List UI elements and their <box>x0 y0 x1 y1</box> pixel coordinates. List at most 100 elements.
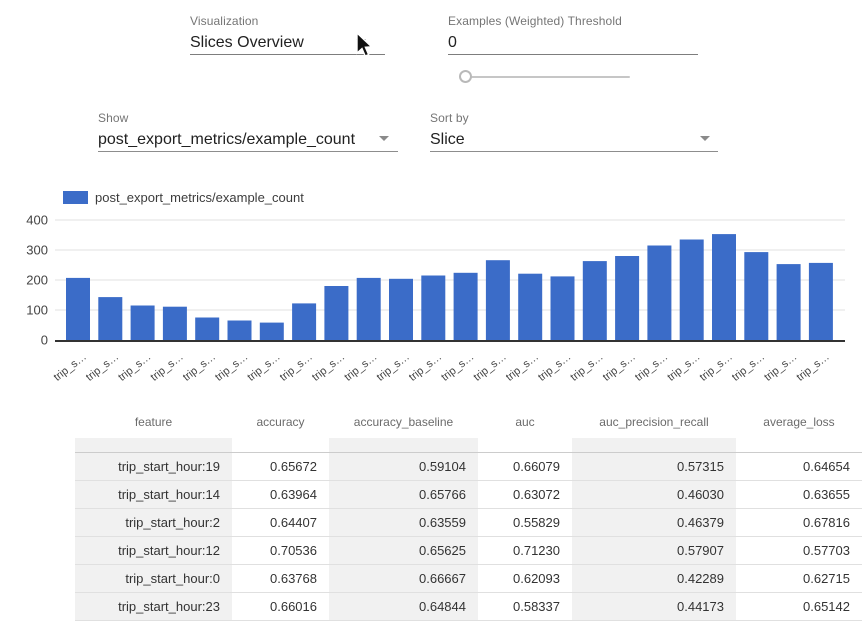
bar-slice-21[interactable] <box>744 252 768 340</box>
feature-cell: trip_start_hour:19 <box>75 452 232 480</box>
bar-slice-10[interactable] <box>389 279 413 340</box>
sortby-dropdown[interactable]: Sort by Slice <box>430 111 720 149</box>
bar-slice-15[interactable] <box>551 276 575 340</box>
feature-cell: trip_start_hour:23 <box>75 592 232 620</box>
threshold-label: Examples (Weighted) Threshold <box>448 14 708 28</box>
column-header-average_loss[interactable]: average_loss <box>736 403 862 438</box>
metric-cell-accuracy: 0.63964 <box>232 480 329 508</box>
bar-slice-23[interactable] <box>809 263 833 340</box>
threshold-slider-handle[interactable] <box>459 70 472 83</box>
metric-cell-average_loss: 0.62715 <box>736 564 862 592</box>
metric-cell-accuracy: 0.63768 <box>232 564 329 592</box>
bar-slice-7[interactable] <box>292 303 316 340</box>
column-header-accuracy[interactable]: accuracy <box>232 403 329 438</box>
bar-slice-4[interactable] <box>195 318 219 341</box>
feature-cell: trip_start_hour:12 <box>75 536 232 564</box>
y-axis-tick-400: 400 <box>26 213 48 228</box>
x-axis-tick-0: trip_s… <box>52 351 89 384</box>
metric-cell-accuracy: 0.70536 <box>232 536 329 564</box>
bar-slice-16[interactable] <box>583 261 607 340</box>
threshold-underline <box>448 54 698 55</box>
x-axis-tick-21: trip_s… <box>730 351 767 384</box>
metric-cell-auc: 0.66079 <box>478 452 572 480</box>
show-dropdown[interactable]: Show post_export_metrics/example_count <box>98 111 398 149</box>
mouse-cursor-icon <box>354 32 374 60</box>
metric-cell-average_loss: 0.67816 <box>736 508 862 536</box>
metric-cell-accuracy_baseline: 0.65766 <box>329 480 478 508</box>
bar-slice-20[interactable] <box>712 234 736 340</box>
metric-cell-auc: 0.71230 <box>478 536 572 564</box>
x-axis-tick-2: trip_s… <box>116 351 153 384</box>
table-row: trip_start_hour:190.656720.591040.660790… <box>75 452 862 480</box>
bar-slice-8[interactable] <box>324 286 348 340</box>
show-chevron-down-icon[interactable] <box>379 136 389 141</box>
y-axis-tick-200: 200 <box>26 273 48 288</box>
filter-cell-auc <box>478 438 572 452</box>
bar-slice-9[interactable] <box>357 278 381 340</box>
metric-cell-auc_precision_recall: 0.42289 <box>572 564 736 592</box>
metric-cell-average_loss: 0.65142 <box>736 592 862 620</box>
x-axis-tick-9: trip_s… <box>342 351 379 384</box>
sortby-value[interactable]: Slice <box>430 131 720 149</box>
metric-cell-auc: 0.58337 <box>478 592 572 620</box>
bar-slice-11[interactable] <box>421 276 445 341</box>
metric-cell-auc_precision_recall: 0.57907 <box>572 536 736 564</box>
metric-cell-accuracy_baseline: 0.65625 <box>329 536 478 564</box>
metric-cell-accuracy_baseline: 0.59104 <box>329 452 478 480</box>
filter-cell-average_loss <box>736 438 862 452</box>
bar-slice-1[interactable] <box>98 297 122 340</box>
filter-cell-feature <box>75 438 232 452</box>
x-axis-tick-16: trip_s… <box>568 351 605 384</box>
bar-slice-5[interactable] <box>228 321 252 341</box>
metric-cell-accuracy_baseline: 0.66667 <box>329 564 478 592</box>
x-axis-tick-17: trip_s… <box>601 351 638 384</box>
x-axis-tick-4: trip_s… <box>181 351 218 384</box>
sortby-underline <box>430 151 718 152</box>
x-axis-tick-20: trip_s… <box>698 351 735 384</box>
bar-slice-19[interactable] <box>680 240 704 341</box>
bar-slice-0[interactable] <box>66 278 90 340</box>
metric-cell-accuracy_baseline: 0.63559 <box>329 508 478 536</box>
bar-slice-22[interactable] <box>777 264 801 340</box>
threshold-field[interactable]: Examples (Weighted) Threshold 0 <box>448 14 708 52</box>
x-axis-tick-19: trip_s… <box>665 351 702 384</box>
x-axis-tick-18: trip_s… <box>633 351 670 384</box>
metric-cell-auc: 0.55829 <box>478 508 572 536</box>
metrics-table-container: featureaccuracyaccuracy_baselineaucauc_p… <box>75 403 863 626</box>
metric-cell-auc: 0.62093 <box>478 564 572 592</box>
bar-slice-12[interactable] <box>454 273 478 340</box>
feature-cell: trip_start_hour:0 <box>75 564 232 592</box>
bar-slice-18[interactable] <box>647 246 671 341</box>
bar-slice-2[interactable] <box>131 306 155 341</box>
bar-slice-6[interactable] <box>260 323 284 340</box>
column-header-auc_precision_recall[interactable]: auc_precision_recall <box>572 403 736 438</box>
filter-cell-auc_precision_recall <box>572 438 736 452</box>
column-header-feature[interactable]: feature <box>75 403 232 438</box>
bar-slice-17[interactable] <box>615 256 639 340</box>
show-value[interactable]: post_export_metrics/example_count <box>98 131 398 149</box>
bar-slice-14[interactable] <box>518 274 542 340</box>
bar-slice-13[interactable] <box>486 260 510 340</box>
metric-cell-auc_precision_recall: 0.57315 <box>572 452 736 480</box>
x-axis-tick-22: trip_s… <box>762 351 799 384</box>
metric-cell-average_loss: 0.64654 <box>736 452 862 480</box>
x-axis-tick-14: trip_s… <box>504 351 541 384</box>
threshold-slider-track[interactable] <box>463 76 630 78</box>
metric-cell-accuracy: 0.65672 <box>232 452 329 480</box>
metric-cell-auc_precision_recall: 0.46030 <box>572 480 736 508</box>
y-axis-tick-100: 100 <box>26 303 48 318</box>
metric-cell-average_loss: 0.63655 <box>736 480 862 508</box>
sortby-chevron-down-icon[interactable] <box>700 136 710 141</box>
x-axis-tick-8: trip_s… <box>310 351 347 384</box>
x-axis-tick-15: trip_s… <box>536 351 573 384</box>
x-axis-tick-12: trip_s… <box>439 351 476 384</box>
table-row: trip_start_hour:120.705360.656250.712300… <box>75 536 862 564</box>
table-filter-row <box>75 438 862 452</box>
feature-cell: trip_start_hour:2 <box>75 508 232 536</box>
threshold-input[interactable]: 0 <box>448 34 708 52</box>
column-header-auc[interactable]: auc <box>478 403 572 438</box>
bar-slice-3[interactable] <box>163 307 187 340</box>
x-axis-tick-1: trip_s… <box>84 351 121 384</box>
column-header-accuracy_baseline[interactable]: accuracy_baseline <box>329 403 478 438</box>
show-label: Show <box>98 111 398 125</box>
